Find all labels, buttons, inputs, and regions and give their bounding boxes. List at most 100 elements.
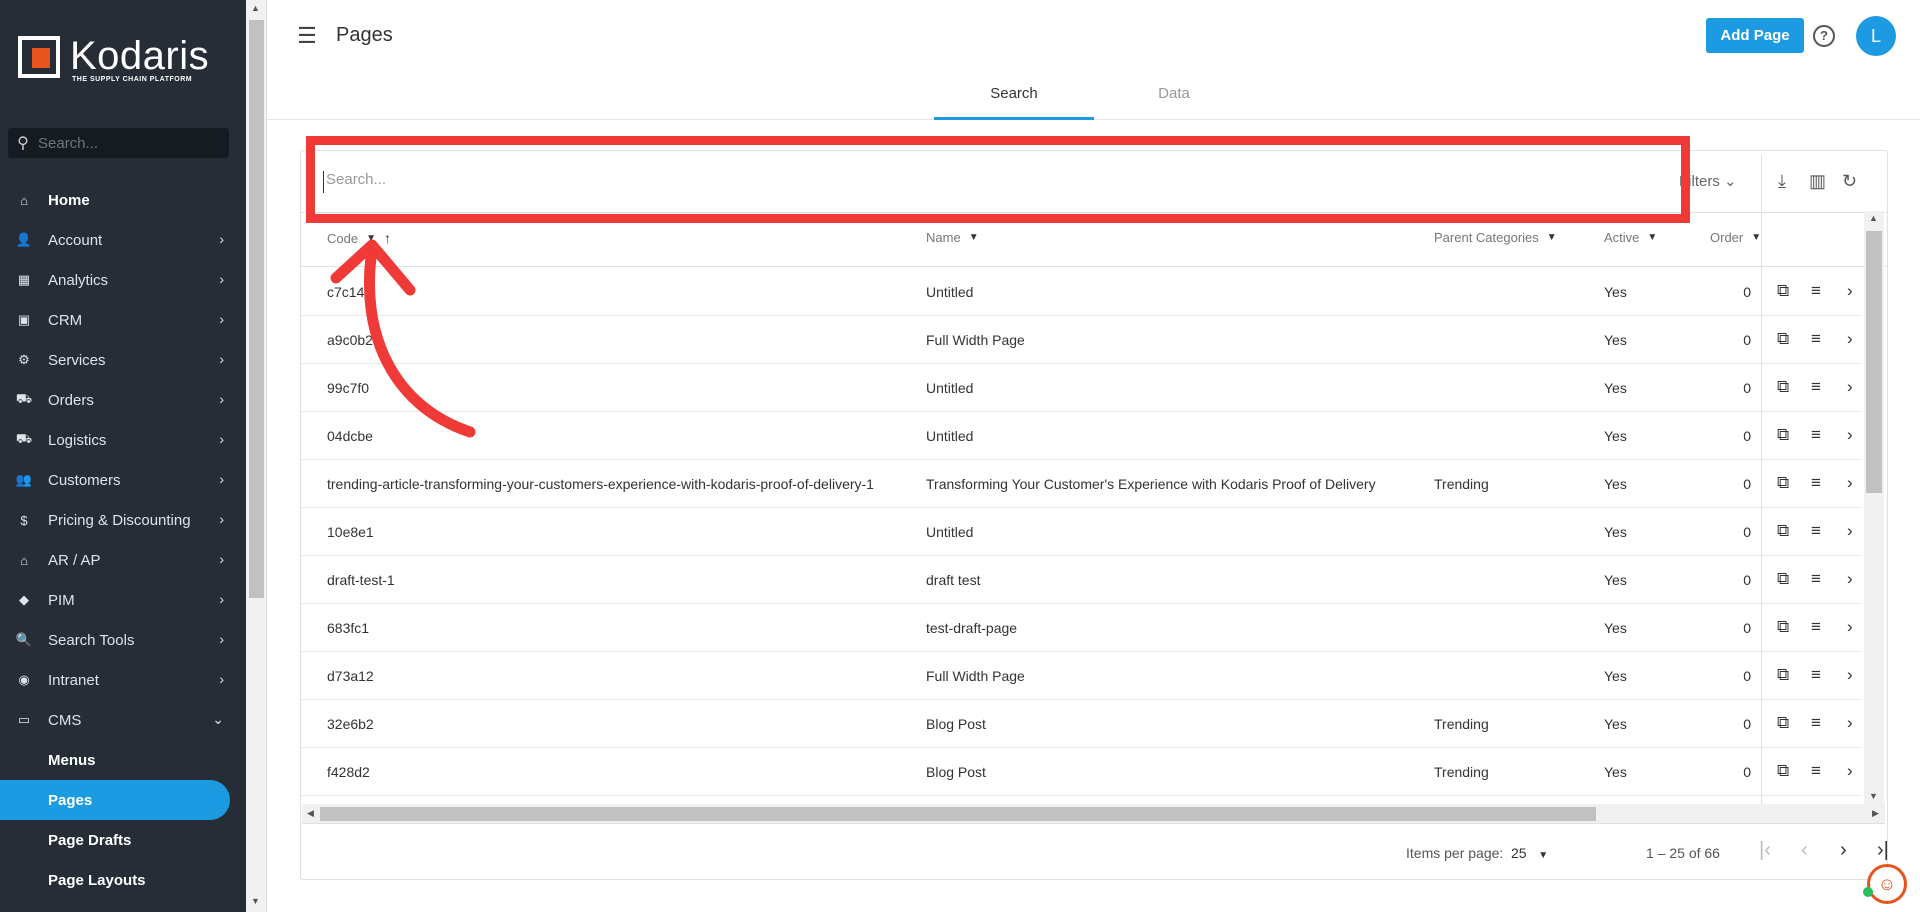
sidebar-item-search-tools[interactable]: 🔍 Search Tools › — [0, 620, 246, 660]
table-row[interactable]: trending-article-transforming-your-custo… — [301, 460, 1861, 508]
sidebar-item-ar-ap[interactable]: ⌂ AR / AP › — [0, 540, 246, 580]
edit-list-icon[interactable]: ≡ — [1811, 281, 1821, 301]
sidebar-item-logistics[interactable]: ⛟ Logistics › — [0, 420, 246, 460]
sort-caret-icon[interactable]: ▼ — [366, 233, 376, 244]
chevron-right-icon[interactable]: › — [1847, 761, 1853, 781]
scroll-right-arrow-icon[interactable]: ▶ — [1872, 808, 1879, 819]
tab-data[interactable]: Data — [1094, 85, 1254, 102]
column-header-parent-categories[interactable]: Parent Categories ▼ — [1434, 230, 1557, 245]
edit-list-icon[interactable]: ≡ — [1811, 329, 1821, 349]
sidebar-item-account[interactable]: 👤 Account › — [0, 220, 246, 260]
edit-list-icon[interactable]: ≡ — [1811, 377, 1821, 397]
table-horizontal-scrollbar[interactable]: ◀ ▶ — [302, 804, 1885, 824]
sidebar-item-cms[interactable]: ▭ CMS ⌄ — [0, 700, 246, 740]
edit-list-icon[interactable]: ≡ — [1811, 473, 1821, 493]
sidebar-item-customers[interactable]: 👥 Customers › — [0, 460, 246, 500]
sidebar-item-intranet[interactable]: ◉ Intranet › — [0, 660, 246, 700]
table-vertical-scrollbar[interactable]: ▲ ▼ — [1864, 211, 1884, 804]
edit-list-icon[interactable]: ≡ — [1811, 713, 1821, 733]
sidebar-item-pricing-discounting[interactable]: $ Pricing & Discounting › — [0, 500, 246, 540]
table-row[interactable]: d73a12 Full Width Page Yes 0 ⧉ ≡ › — [301, 652, 1861, 700]
tab-search[interactable]: Search — [934, 85, 1094, 102]
open-in-new-icon[interactable]: ⧉ — [1777, 713, 1789, 733]
chevron-right-icon[interactable]: › — [1847, 521, 1853, 541]
sidebar-scroll-thumb[interactable] — [249, 20, 264, 598]
edit-list-icon[interactable]: ≡ — [1811, 569, 1821, 589]
column-header-name[interactable]: Name ▼ — [926, 230, 979, 245]
sidebar-item-home[interactable]: ⌂ Home — [0, 180, 246, 220]
column-header-code[interactable]: Code ▼ ↑ — [327, 230, 391, 246]
column-header-active[interactable]: Active ▼ — [1604, 230, 1657, 245]
table-vertical-scroll-thumb[interactable] — [1866, 231, 1882, 493]
refresh-icon[interactable]: ↻ — [1842, 171, 1857, 192]
edit-list-icon[interactable]: ≡ — [1811, 521, 1821, 541]
hamburger-menu-icon[interactable]: ☰ — [295, 24, 319, 48]
sidebar-item-orders[interactable]: ⛟ Orders › — [0, 380, 246, 420]
user-avatar[interactable]: L — [1856, 16, 1896, 56]
table-search-input[interactable]: Search... — [323, 171, 1423, 193]
chevron-right-icon[interactable]: › — [1847, 617, 1853, 637]
edit-list-icon[interactable]: ≡ — [1811, 425, 1821, 445]
scroll-up-arrow-icon[interactable]: ▲ — [251, 3, 260, 13]
download-icon[interactable]: ⤓ — [1778, 171, 1786, 192]
first-page-icon[interactable]: |‹ — [1759, 839, 1771, 862]
open-in-new-icon[interactable]: ⧉ — [1777, 281, 1789, 301]
chevron-right-icon[interactable]: › — [1847, 377, 1853, 397]
open-in-new-icon[interactable]: ⧉ — [1777, 617, 1789, 637]
chevron-right-icon[interactable]: › — [1847, 713, 1853, 733]
scroll-left-arrow-icon[interactable]: ◀ — [307, 808, 314, 819]
chevron-right-icon[interactable]: › — [1847, 329, 1853, 349]
table-row[interactable]: 04dcbe Untitled Yes 0 ⧉ ≡ › — [301, 412, 1861, 460]
filters-dropdown[interactable]: Filters ⌄ — [1679, 172, 1737, 190]
chevron-right-icon[interactable]: › — [1847, 281, 1853, 301]
sidebar-item-crm[interactable]: ▣ CRM › — [0, 300, 246, 340]
table-row[interactable]: f428d2 Blog Post Trending Yes 0 ⧉ ≡ › — [301, 748, 1861, 796]
open-in-new-icon[interactable]: ⧉ — [1777, 521, 1789, 541]
chevron-right-icon[interactable]: › — [1847, 665, 1853, 685]
scroll-down-arrow-icon[interactable]: ▼ — [1869, 791, 1878, 801]
last-page-icon[interactable]: ›| — [1877, 839, 1889, 862]
table-row[interactable]: draft-test-1 draft test Yes 0 ⧉ ≡ › — [301, 556, 1861, 604]
chevron-right-icon[interactable]: › — [1847, 473, 1853, 493]
chat-support-icon[interactable]: ☺ — [1867, 864, 1907, 904]
open-in-new-icon[interactable]: ⧉ — [1777, 425, 1789, 445]
sidebar-subitem-page-layouts[interactable]: Page Layouts — [0, 860, 246, 900]
add-page-button[interactable]: Add Page — [1706, 18, 1804, 53]
sidebar-subitem-menus[interactable]: Menus — [0, 740, 246, 780]
sidebar-subitem-page-templates[interactable]: Page Templates — [0, 900, 246, 912]
scroll-down-arrow-icon[interactable]: ▼ — [251, 896, 260, 906]
next-page-icon[interactable]: › — [1840, 839, 1847, 862]
open-in-new-icon[interactable]: ⧉ — [1777, 473, 1789, 493]
sidebar-item-pim[interactable]: ◆ PIM › — [0, 580, 246, 620]
sidebar-item-services[interactable]: ⚙ Services › — [0, 340, 246, 380]
page-size-select[interactable]: 25 ▼ — [1511, 845, 1548, 861]
open-in-new-icon[interactable]: ⧉ — [1777, 569, 1789, 589]
sort-caret-icon[interactable]: ▼ — [969, 232, 979, 243]
sort-caret-icon[interactable]: ▼ — [1751, 232, 1761, 243]
open-in-new-icon[interactable]: ⧉ — [1777, 329, 1789, 349]
chevron-right-icon[interactable]: › — [1847, 425, 1853, 445]
sort-caret-icon[interactable]: ▼ — [1647, 232, 1657, 243]
sort-ascending-arrow-icon[interactable]: ↑ — [384, 230, 391, 246]
edit-list-icon[interactable]: ≡ — [1811, 665, 1821, 685]
edit-list-icon[interactable]: ≡ — [1811, 617, 1821, 637]
kodaris-logo[interactable]: Kodaris THE SUPPLY CHAIN PLATFORM — [18, 36, 209, 83]
sort-caret-icon[interactable]: ▼ — [1547, 232, 1557, 243]
sidebar-item-analytics[interactable]: ▦ Analytics › — [0, 260, 246, 300]
table-row[interactable]: c7c14f Untitled Yes 0 ⧉ ≡ › — [301, 268, 1861, 316]
table-row[interactable]: a9c0b2 Full Width Page Yes 0 ⧉ ≡ › — [301, 316, 1861, 364]
open-in-new-icon[interactable]: ⧉ — [1777, 761, 1789, 781]
table-row[interactable]: 10e8e1 Untitled Yes 0 ⧉ ≡ › — [301, 508, 1861, 556]
sidebar-search-input[interactable]: ⚲ Search... — [8, 128, 229, 158]
table-horizontal-scroll-thumb[interactable] — [320, 807, 1596, 821]
sidebar-scrollbar[interactable]: ▲ ▼ — [246, 0, 267, 912]
table-row[interactable]: 99c7f0 Untitled Yes 0 ⧉ ≡ › — [301, 364, 1861, 412]
scroll-up-arrow-icon[interactable]: ▲ — [1869, 213, 1878, 223]
sidebar-subitem-page-drafts[interactable]: Page Drafts — [0, 820, 246, 860]
table-row[interactable]: 32e6b2 Blog Post Trending Yes 0 ⧉ ≡ › — [301, 700, 1861, 748]
open-in-new-icon[interactable]: ⧉ — [1777, 377, 1789, 397]
sidebar-subitem-pages[interactable]: Pages — [0, 780, 230, 820]
open-in-new-icon[interactable]: ⧉ — [1777, 665, 1789, 685]
columns-icon[interactable]: ▥ — [1809, 171, 1826, 192]
table-row[interactable]: 683fc1 test-draft-page Yes 0 ⧉ ≡ › — [301, 604, 1861, 652]
